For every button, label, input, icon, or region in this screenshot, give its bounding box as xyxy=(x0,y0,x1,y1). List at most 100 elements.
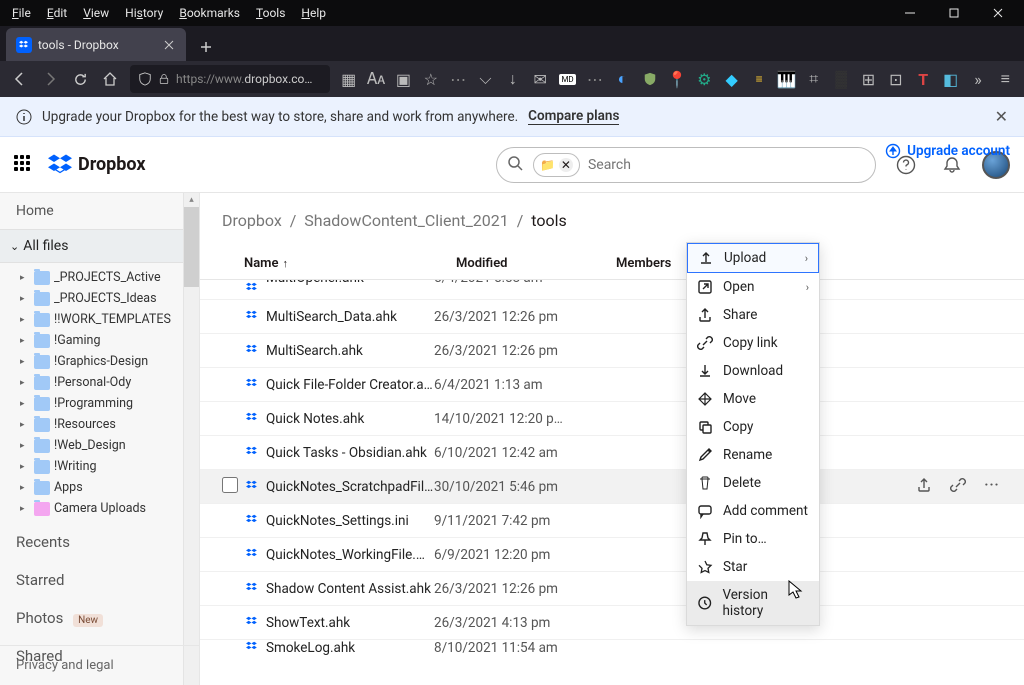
sidebar-home[interactable]: Home xyxy=(0,193,199,229)
tree-folder[interactable]: ▸_PROJECTS_Ideas xyxy=(0,288,199,309)
ext-icon[interactable]: ⊡ xyxy=(883,65,908,93)
tab-close-button[interactable] xyxy=(162,38,176,52)
menu-copylink[interactable]: Copy link xyxy=(687,329,819,357)
tree-folder[interactable]: ▸!Web_Design xyxy=(0,435,199,456)
window-minimize-button[interactable] xyxy=(888,0,932,26)
ext-icon[interactable]: ✉ xyxy=(528,65,553,93)
share-icon[interactable] xyxy=(914,477,934,497)
crumb-root[interactable]: Dropbox xyxy=(222,211,282,230)
sidebar-photos[interactable]: Photos New xyxy=(0,599,199,637)
table-row[interactable]: ShowText.ahk 26/3/2021 4:13 pm xyxy=(200,606,1024,640)
table-row[interactable]: QuickNotes_WorkingFile.md 6/9/2021 12:20… xyxy=(200,538,1024,572)
tree-folder[interactable]: ▸_PROJECTS_Active xyxy=(0,267,199,288)
sidebar-recents[interactable]: Recents xyxy=(0,523,199,561)
forward-button[interactable] xyxy=(36,65,64,93)
more-icon[interactable]: ··· xyxy=(982,477,1002,497)
ext-icon[interactable]: ⚙ xyxy=(692,65,717,93)
dropbox-logo[interactable]: Dropbox xyxy=(48,153,146,177)
ext-icon[interactable]: ▣ xyxy=(391,65,416,93)
app-launcher-icon[interactable] xyxy=(14,155,34,175)
ext-icon[interactable]: 📍 xyxy=(664,65,689,93)
ext-icon[interactable]: ◧ xyxy=(938,65,963,93)
banner-close-button[interactable]: ✕ xyxy=(995,107,1008,126)
search-box[interactable]: 📁 ✕ xyxy=(496,147,876,183)
compare-plans-link[interactable]: Compare plans xyxy=(528,108,619,125)
browser-tab-active[interactable]: tools - Dropbox xyxy=(6,28,186,61)
menu-rename[interactable]: Rename xyxy=(687,441,819,469)
link-icon[interactable] xyxy=(948,477,968,497)
reload-button[interactable] xyxy=(66,65,94,93)
ext-icon[interactable]: 🗛 xyxy=(363,65,388,93)
tree-folder[interactable]: ▸!Graphics-Design xyxy=(0,351,199,372)
tree-folder[interactable]: ▸!Writing xyxy=(0,456,199,477)
row-checkbox[interactable] xyxy=(222,477,238,493)
window-close-button[interactable] xyxy=(976,0,1020,26)
tree-folder[interactable]: ▸!Programming xyxy=(0,393,199,414)
menu-star[interactable]: Star xyxy=(687,553,819,581)
ext-icon[interactable]: ⌗ xyxy=(801,65,826,93)
ext-icon[interactable]: T xyxy=(911,65,936,93)
tree-folder[interactable]: ▸Apps xyxy=(0,477,199,498)
menu-history[interactable]: History xyxy=(117,2,171,24)
chip-remove-icon[interactable]: ✕ xyxy=(559,158,573,172)
menu-file[interactable]: File xyxy=(4,2,39,24)
ext-icon[interactable]: ◐ xyxy=(610,65,635,93)
ext-icon[interactable]: ▦ xyxy=(336,65,361,93)
hamburger-icon[interactable]: ≡ xyxy=(993,65,1018,93)
menu-pin[interactable]: Pin to… xyxy=(687,525,819,553)
col-name[interactable]: Name↑ xyxy=(244,256,456,271)
ext-icon[interactable]: ⋯ xyxy=(582,65,607,93)
table-row[interactable]: SmokeLog.ahk 8/10/2021 11:54 am xyxy=(200,640,1024,656)
upgrade-account-link[interactable]: Upgrade account xyxy=(885,143,1010,159)
table-row[interactable]: MultiOpener.ahk 5/4/2021 5:58 am xyxy=(200,280,1024,300)
tree-folder[interactable]: ▸Camera Uploads xyxy=(0,498,199,519)
sidebar-allfiles[interactable]: ⌄ All files xyxy=(0,229,199,263)
tree-folder[interactable]: ▸!Personal-Ody xyxy=(0,372,199,393)
menu-download[interactable]: Download xyxy=(687,357,819,385)
table-row[interactable]: MultiSearch.ahk 26/3/2021 12:26 pm xyxy=(200,334,1024,368)
ext-icon[interactable]: ◆ xyxy=(719,65,744,93)
table-row[interactable]: Quick File-Folder Creator.ahk 6/4/2021 1… xyxy=(200,368,1024,402)
ext-icon[interactable]: ▓ xyxy=(828,65,853,93)
menu-help[interactable]: Help xyxy=(293,2,334,24)
table-row[interactable]: Quick Notes.ahk 14/10/2021 12:20 p… xyxy=(200,402,1024,436)
window-maximize-button[interactable] xyxy=(932,0,976,26)
menu-move[interactable]: Move xyxy=(687,385,819,413)
search-filter-chip[interactable]: 📁 ✕ xyxy=(533,153,580,177)
menu-copy[interactable]: Copy xyxy=(687,413,819,441)
ext-icon[interactable]: ⋯ xyxy=(445,65,470,93)
sidebar-starred[interactable]: Starred xyxy=(0,561,199,599)
ext-icon[interactable]: ↓ xyxy=(500,65,525,93)
address-bar[interactable]: https://www.dropbox.com/ho xyxy=(130,65,330,93)
menu-addcomment[interactable]: Add comment xyxy=(687,497,819,525)
menu-version-history[interactable]: Version history xyxy=(687,581,819,625)
menu-delete[interactable]: Delete xyxy=(687,469,819,497)
sidebar-scrollbar[interactable]: ▴ xyxy=(183,193,199,685)
ext-icon[interactable]: ⌵ xyxy=(473,65,498,93)
table-row[interactable]: Shadow Content Assist.ahk 26/3/2021 12:2… xyxy=(200,572,1024,606)
tree-folder[interactable]: ▸!!WORK_TEMPLATES xyxy=(0,309,199,330)
col-modified[interactable]: Modified xyxy=(456,256,616,271)
menu-tools[interactable]: Tools xyxy=(248,2,293,24)
ext-icon[interactable]: ☆ xyxy=(418,65,443,93)
overflow-icon[interactable]: » xyxy=(965,65,990,93)
ext-icon[interactable]: ≡ xyxy=(746,65,771,93)
table-row[interactable]: QuickNotes_Settings.ini 9/11/2021 7:42 p… xyxy=(200,504,1024,538)
menu-view[interactable]: View xyxy=(75,2,117,24)
table-row[interactable]: Quick Tasks - Obsidian.ahk 6/10/2021 12:… xyxy=(200,436,1024,470)
ext-icon[interactable]: ⊞ xyxy=(856,65,881,93)
table-row[interactable]: QuickNotes_ScratchpadFile… 30/10/2021 5:… xyxy=(200,470,1024,504)
home-button[interactable] xyxy=(96,65,124,93)
sidebar-legal-link[interactable]: Privacy and legal xyxy=(0,645,199,685)
ext-icon[interactable]: MD xyxy=(555,65,580,93)
crumb-parent[interactable]: ShadowContent_Client_2021 xyxy=(304,211,509,230)
menu-upload[interactable]: Upload› xyxy=(687,243,819,273)
tree-folder[interactable]: ▸!Gaming xyxy=(0,330,199,351)
table-row[interactable]: MultiSearch_Data.ahk 26/3/2021 12:26 pm xyxy=(200,300,1024,334)
menu-open[interactable]: Open› xyxy=(687,273,819,301)
menu-share[interactable]: Share xyxy=(687,301,819,329)
ext-icon[interactable]: 🎹 xyxy=(774,65,799,93)
back-button[interactable] xyxy=(6,65,34,93)
ext-icon[interactable] xyxy=(637,65,662,93)
menu-bookmarks[interactable]: Bookmarks xyxy=(171,2,248,24)
